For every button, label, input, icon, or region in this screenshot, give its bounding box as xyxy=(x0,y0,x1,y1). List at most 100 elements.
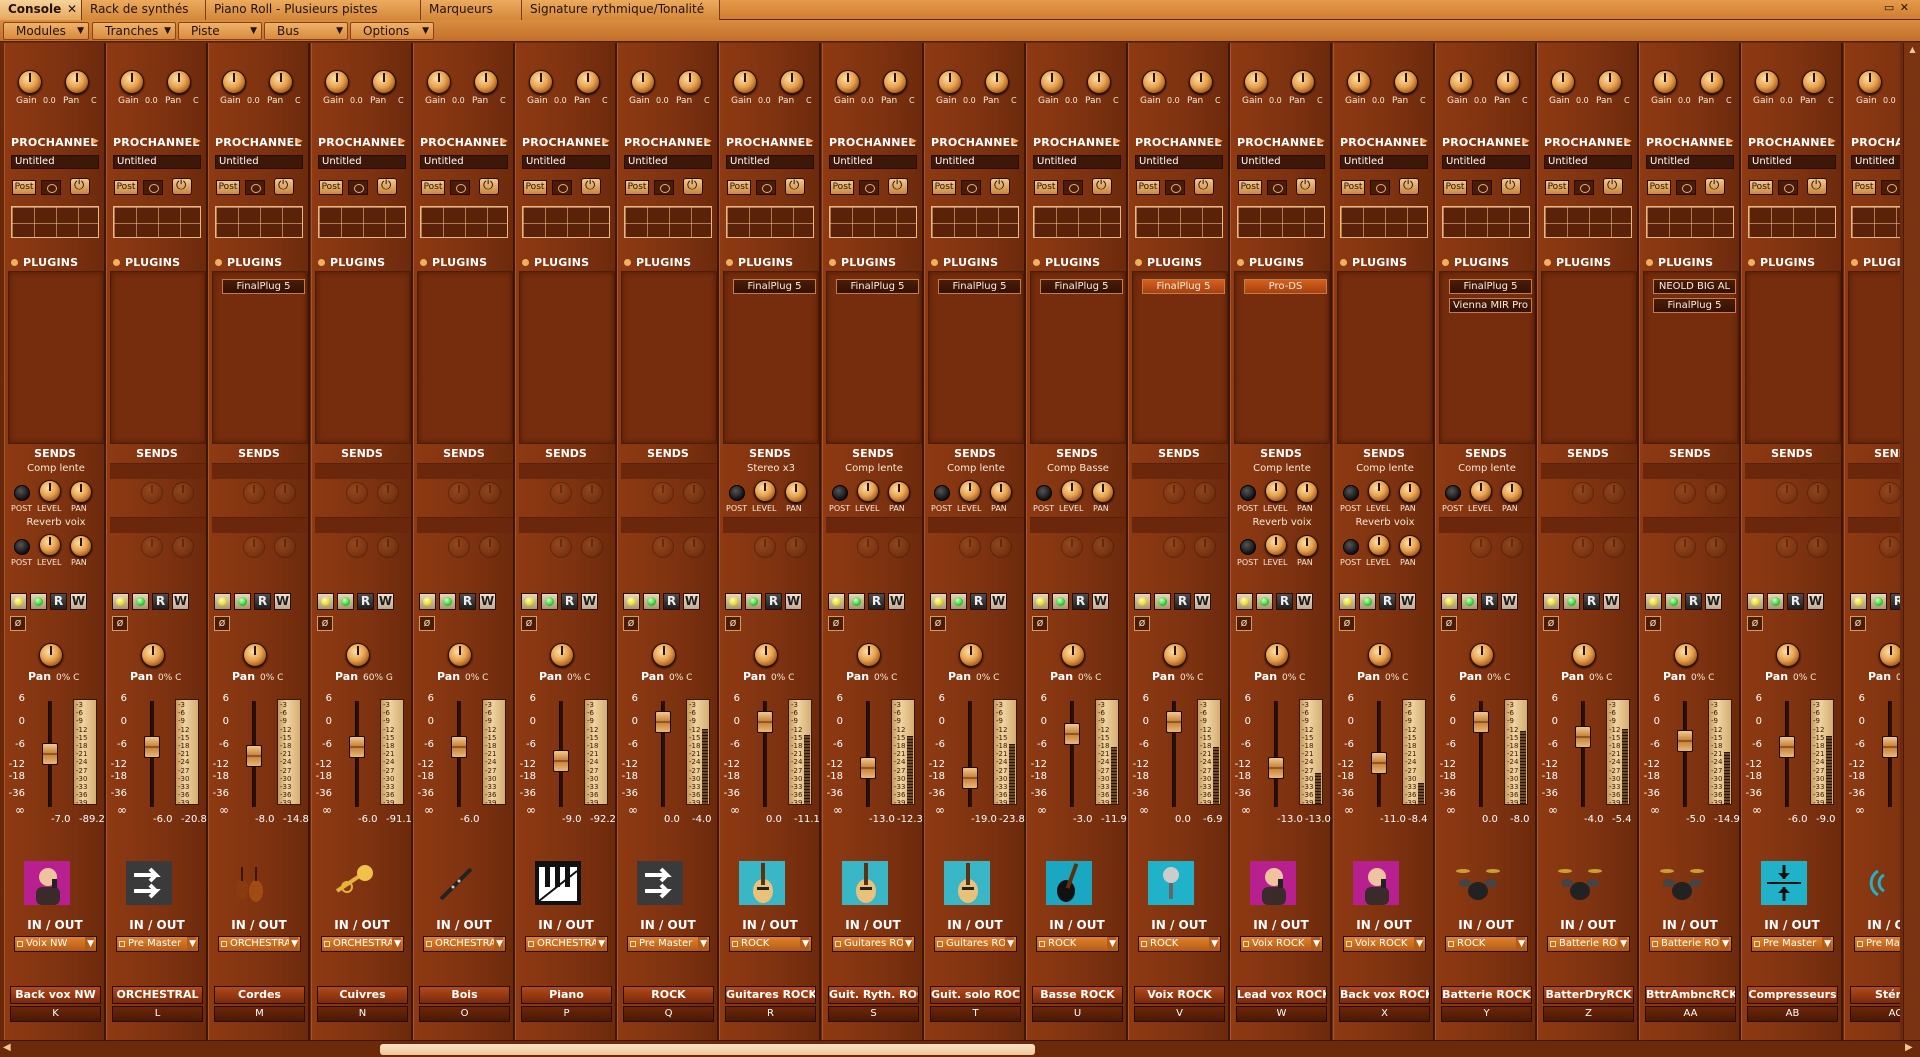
read-automation-button[interactable]: R xyxy=(254,593,271,610)
main-pan-knob[interactable] xyxy=(550,643,574,667)
volume-fader[interactable] xyxy=(1882,736,1898,758)
post-button[interactable]: Post xyxy=(932,180,956,195)
plugin-slot[interactable]: FinalPlug 5 xyxy=(733,279,816,294)
send-enable-knob[interactable] xyxy=(729,485,745,501)
output-select[interactable]: ROCK ▼ xyxy=(1445,936,1528,952)
plugin-slot[interactable]: FinalPlug 5 xyxy=(1040,279,1123,294)
prochannel-header[interactable]: PROCHANNEL▶ xyxy=(522,136,612,150)
expand-icon[interactable]: ▶ xyxy=(706,136,712,145)
preset-field[interactable]: Untitled xyxy=(11,155,99,169)
mute-led-button[interactable] xyxy=(828,593,845,610)
eq-graph[interactable] xyxy=(11,206,99,238)
send-enable-knob[interactable] xyxy=(1343,485,1359,501)
volume-fader[interactable] xyxy=(451,736,467,758)
sends-header[interactable]: SENDS xyxy=(1129,447,1229,461)
route-button[interactable] xyxy=(1063,180,1083,195)
phase-invert-icon[interactable]: ø xyxy=(521,616,537,631)
prochannel-power-button[interactable] xyxy=(172,178,192,195)
plugins-header[interactable]: PLUGINS xyxy=(1340,256,1430,270)
preset-field[interactable]: Untitled xyxy=(1033,155,1121,169)
route-button[interactable] xyxy=(1778,180,1798,195)
send-enable-knob[interactable] xyxy=(1343,539,1359,555)
gain-knob[interactable] xyxy=(733,70,757,94)
read-automation-button[interactable]: R xyxy=(663,593,680,610)
write-automation-button[interactable]: W xyxy=(1399,593,1416,610)
main-pan-knob[interactable] xyxy=(1572,643,1596,667)
main-pan-knob[interactable] xyxy=(1368,643,1392,667)
mute-led-button[interactable] xyxy=(1645,593,1662,610)
phase-invert-icon[interactable]: ø xyxy=(214,616,230,631)
route-button[interactable] xyxy=(1267,180,1287,195)
prochannel-power-button[interactable] xyxy=(1194,178,1214,195)
read-automation-button[interactable]: R xyxy=(152,593,169,610)
expand-icon[interactable]: ▶ xyxy=(1013,136,1019,145)
eq-graph[interactable] xyxy=(1851,206,1900,238)
expand-icon[interactable]: ▶ xyxy=(93,136,99,145)
route-button[interactable] xyxy=(450,180,470,195)
pan-knob[interactable] xyxy=(1087,70,1111,94)
volume-fader[interactable] xyxy=(860,757,876,779)
post-button[interactable]: Post xyxy=(1749,180,1773,195)
pan-knob[interactable] xyxy=(1598,70,1622,94)
track-name[interactable]: Cuivres xyxy=(317,986,408,1004)
prochannel-power-button[interactable] xyxy=(479,178,499,195)
read-automation-button[interactable]: R xyxy=(561,593,578,610)
phase-invert-icon[interactable]: ø xyxy=(1441,616,1457,631)
output-select[interactable]: ROCK ▼ xyxy=(1036,936,1119,952)
pan-knob[interactable] xyxy=(1802,70,1826,94)
gain-knob[interactable] xyxy=(427,70,451,94)
plugin-slot[interactable]: NEOLD BIG AL xyxy=(1653,279,1736,294)
sends-header[interactable]: SENDS xyxy=(414,447,514,461)
scroll-up-icon[interactable]: ▲ xyxy=(1906,45,1919,57)
prochannel-power-button[interactable] xyxy=(785,178,805,195)
sends-header[interactable]: SENDS xyxy=(1231,447,1331,461)
post-button[interactable]: Post xyxy=(1545,180,1569,195)
menu-modules[interactable]: Modules ▼ xyxy=(3,22,89,40)
solo-led-button[interactable] xyxy=(337,593,354,610)
eq-graph[interactable] xyxy=(318,206,406,238)
volume-fader[interactable] xyxy=(42,743,58,765)
sends-header[interactable]: SENDS xyxy=(720,447,820,461)
phase-invert-icon[interactable]: ø xyxy=(1032,616,1048,631)
expand-icon[interactable]: ▶ xyxy=(297,136,303,145)
output-select[interactable]: ROCK ▼ xyxy=(729,936,812,952)
mute-led-button[interactable] xyxy=(1032,593,1049,610)
sends-header[interactable]: SENDS xyxy=(1640,447,1740,461)
solo-led-button[interactable] xyxy=(1359,593,1376,610)
send-enable-knob[interactable] xyxy=(14,539,30,555)
read-automation-button[interactable]: R xyxy=(50,593,67,610)
eq-graph[interactable] xyxy=(931,206,1019,238)
plugins-header[interactable]: PLUGINS xyxy=(1544,256,1634,270)
solo-led-button[interactable] xyxy=(1665,593,1682,610)
mute-led-button[interactable] xyxy=(1747,593,1764,610)
volume-fader[interactable] xyxy=(1268,757,1284,779)
write-automation-button[interactable]: W xyxy=(479,593,496,610)
eq-graph[interactable] xyxy=(215,206,303,238)
post-button[interactable]: Post xyxy=(1443,180,1467,195)
gain-knob[interactable] xyxy=(836,70,860,94)
send-level-knob[interactable] xyxy=(1265,534,1287,556)
gain-knob[interactable] xyxy=(120,70,144,94)
expand-icon[interactable]: ▶ xyxy=(195,136,201,145)
preset-field[interactable]: Untitled xyxy=(420,155,508,169)
gain-knob[interactable] xyxy=(1858,70,1882,94)
eq-graph[interactable] xyxy=(1033,206,1121,238)
tab-3[interactable]: Marqueurs xyxy=(421,0,522,20)
pan-knob[interactable] xyxy=(1189,70,1213,94)
main-pan-knob[interactable] xyxy=(243,643,267,667)
main-pan-knob[interactable] xyxy=(39,643,63,667)
send-enable-knob[interactable] xyxy=(1240,539,1256,555)
track-name[interactable]: Back vox NW xyxy=(10,986,101,1004)
vertical-scrollbar[interactable]: ▲ xyxy=(1903,43,1920,1040)
plugins-header[interactable]: PLUGINS xyxy=(1748,256,1838,270)
main-pan-knob[interactable] xyxy=(1776,643,1800,667)
main-pan-knob[interactable] xyxy=(857,643,881,667)
solo-led-button[interactable] xyxy=(745,593,762,610)
output-select[interactable]: Batterie RO ▼ xyxy=(1547,936,1630,952)
gain-knob[interactable] xyxy=(325,70,349,94)
write-automation-button[interactable]: W xyxy=(172,593,189,610)
read-automation-button[interactable]: R xyxy=(1174,593,1191,610)
plugin-bin[interactable]: FinalPlug 5 xyxy=(1030,271,1126,444)
track-name[interactable]: BttrAmbncRCK xyxy=(1645,986,1736,1004)
read-automation-button[interactable]: R xyxy=(1379,593,1396,610)
